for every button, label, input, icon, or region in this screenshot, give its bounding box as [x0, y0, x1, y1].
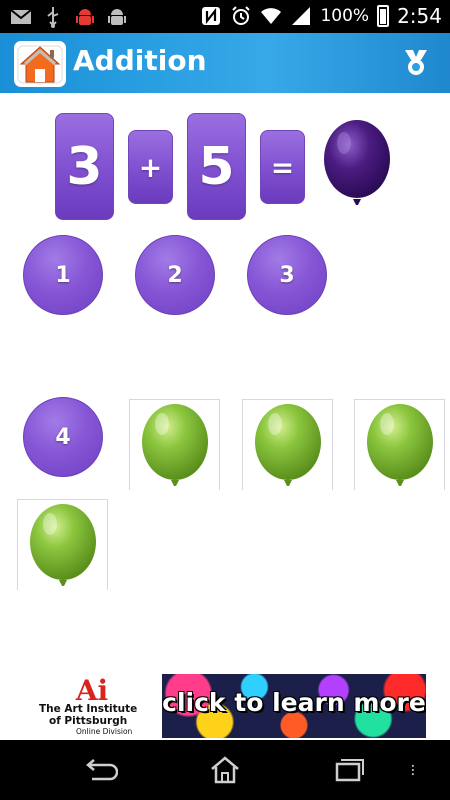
balloon-card — [242, 399, 333, 490]
home-button[interactable] — [14, 41, 66, 87]
operand-2-tile: 5 — [187, 113, 246, 220]
page-title: Addition — [73, 44, 207, 77]
equals-sign: = — [270, 150, 295, 184]
green-balloon-icon — [142, 404, 208, 486]
svg-text:Ai: Ai — [75, 674, 108, 704]
alarm-icon — [232, 6, 251, 25]
balloon-card — [129, 399, 220, 490]
ad-brand-line1: The Art Institute — [39, 703, 138, 715]
answer-button-3[interactable]: 3 — [247, 235, 327, 315]
plus-sign: + — [138, 150, 163, 184]
battery-percent: 100% — [320, 6, 370, 26]
wifi-icon — [261, 8, 282, 24]
email-icon — [10, 9, 32, 24]
green-balloon-icon — [367, 404, 433, 486]
answer-label: 4 — [55, 424, 71, 450]
home-nav-icon[interactable] — [208, 755, 242, 785]
android-debug-icon — [76, 9, 94, 25]
recent-apps-icon[interactable] — [332, 755, 366, 785]
nfc-icon — [202, 7, 221, 25]
ad-cta-banner[interactable]: click to learn more — [162, 674, 426, 738]
action-bar: Addition — [0, 33, 450, 93]
plus-sign-tile: + — [128, 130, 173, 204]
operand-2: 5 — [198, 136, 235, 197]
equals-sign-tile: = — [260, 130, 305, 204]
battery-icon — [377, 5, 390, 27]
art-institute-logo: Ai — [75, 674, 108, 704]
status-bar: 100% 2:54 — [0, 0, 450, 33]
green-balloon-icon — [255, 404, 321, 486]
operand-1: 3 — [66, 136, 103, 197]
award-icon[interactable] — [402, 47, 430, 77]
ad-cta-text: click to learn more — [162, 688, 426, 717]
operand-1-tile: 3 — [55, 113, 114, 220]
balloon-card — [17, 499, 108, 590]
screen: 100% 2:54 Addition 3 + 5 = 1 2 3 4 Ai Th… — [0, 0, 450, 800]
answer-button-2[interactable]: 2 — [135, 235, 215, 315]
navigation-bar — [0, 740, 450, 800]
android-icon — [108, 9, 126, 25]
answer-button-1[interactable]: 1 — [23, 235, 103, 315]
ad-banner[interactable]: Ai The Art Institute of Pittsburgh Onlin… — [36, 674, 426, 738]
home-icon — [17, 45, 63, 84]
answer-label: 2 — [167, 262, 183, 288]
status-time: 2:54 — [397, 4, 442, 28]
answer-label: 3 — [279, 262, 295, 288]
answer-button-4[interactable]: 4 — [23, 397, 103, 477]
ad-brand-line2: of Pittsburgh — [49, 715, 128, 727]
ad-brand: Ai The Art Institute of Pittsburgh Onlin… — [36, 674, 162, 738]
purple-balloon-icon — [324, 120, 390, 205]
overflow-menu-icon[interactable] — [410, 755, 424, 785]
ad-brand-line3: Online Division — [76, 727, 133, 736]
answer-label: 1 — [55, 262, 71, 288]
balloon-card — [354, 399, 445, 490]
green-balloon-icon — [30, 504, 96, 586]
usb-icon — [47, 7, 59, 28]
back-icon[interactable] — [84, 755, 118, 785]
signal-icon — [292, 7, 311, 25]
